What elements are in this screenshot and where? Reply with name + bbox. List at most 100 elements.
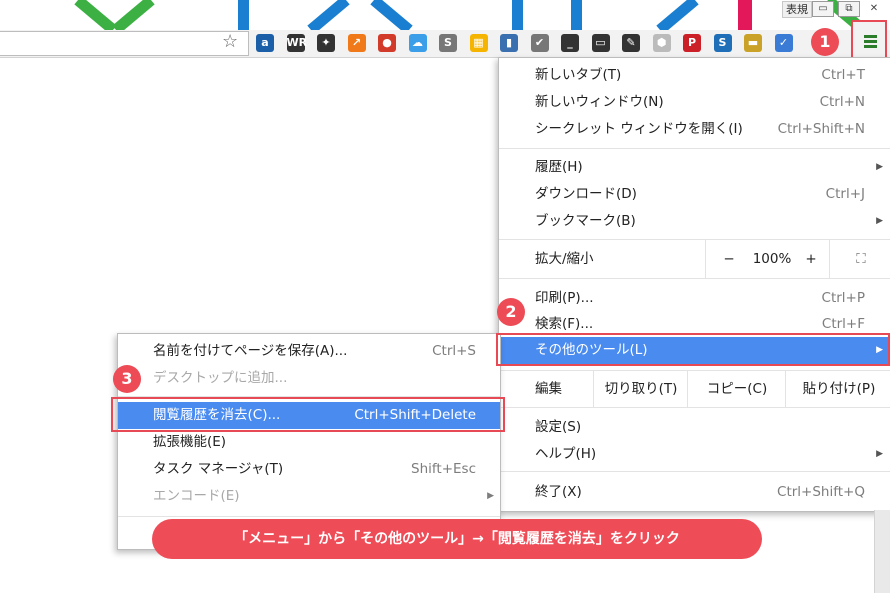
menu-label: ブックマーク(B) [535, 213, 636, 229]
instruction-banner: 「メニュー」から「その他のツール」→「閲覧履歴を消去」をクリック [152, 519, 762, 559]
menu-item-help[interactable]: ヘルプ(H) ▶ [499, 441, 890, 468]
submenu-item-save-page[interactable]: 名前を付けてページを保存(A)... Ctrl+S [118, 338, 500, 365]
menu-shortcut: Ctrl+Shift+Q [777, 484, 865, 500]
menu-shortcut: Ctrl+T [821, 67, 865, 83]
shield-icon[interactable]: ⬢ [652, 34, 671, 52]
signature-icon[interactable]: ✎ [622, 34, 640, 52]
menu-label: 印刷(P)... [535, 290, 594, 306]
menu-item-incognito[interactable]: シークレット ウィンドウを開く(I) Ctrl+Shift+N [499, 116, 890, 143]
more-tools-submenu: 名前を付けてページを保存(A)... Ctrl+S デスクトップに追加... 閲… [117, 333, 501, 550]
bookmark-star-icon[interactable]: ☆ [222, 31, 238, 53]
highlight-more-tools [496, 333, 890, 366]
checkbox-icon[interactable]: ✓ [774, 34, 793, 52]
menu-label: ダウンロード(D) [535, 186, 637, 202]
edit-label: 編集 [535, 381, 562, 397]
restore-button[interactable]: ⧉ [838, 1, 860, 17]
pinterest-icon[interactable]: P [683, 34, 701, 52]
chrome-menu-button[interactable] [851, 20, 887, 59]
submenu-item-add-desktop[interactable]: デスクトップに追加... [118, 365, 500, 392]
address-bar[interactable] [0, 31, 249, 56]
menu-divider [499, 148, 890, 149]
menu-row-zoom: 拡大/縮小 − 100% + ⛶ [499, 240, 890, 278]
browser-toolbar: ☆ a WR ✦ ↗ ● ☁ S ▦ ▮ ✔ _ ▭ ✎ ⬢ P S ▬ ✓ [0, 20, 890, 59]
decor-stripe [112, 0, 155, 30]
wr-icon[interactable]: WR [286, 34, 307, 52]
window-controls: ▭ ⧉ ✕ [812, 0, 884, 18]
menu-label: 新しいタブ(T) [535, 67, 622, 83]
zoom-in-button[interactable]: + [793, 240, 829, 278]
menu-divider [499, 407, 890, 408]
menu-item-exit[interactable]: 終了(X) Ctrl+Shift+Q [499, 479, 890, 506]
submenu-item-encoding[interactable]: エンコード(E) ▶ [118, 483, 500, 510]
menu-item-bookmarks[interactable]: ブックマーク(B) ▶ [499, 208, 890, 235]
menu-label: タスク マネージャ(T) [153, 461, 284, 477]
zoom-value: 100% [752, 251, 792, 267]
underline-icon[interactable]: _ [561, 34, 579, 52]
title-bar [0, 0, 890, 30]
menu-item-new-window[interactable]: 新しいウィンドウ(N) Ctrl+N [499, 89, 890, 116]
fullscreen-icon[interactable]: ⛶ [829, 240, 890, 278]
decor-stripe [307, 0, 350, 30]
menu-bar-line [864, 35, 877, 38]
menu-divider [499, 471, 890, 472]
cloud-icon[interactable]: ☁ [408, 34, 427, 52]
chart-up-icon[interactable]: ↗ [347, 34, 366, 52]
menu-shortcut: Ctrl+P [821, 290, 865, 306]
copy-button[interactable]: コピー(C) [687, 371, 786, 407]
decor-stripe [656, 0, 699, 30]
menu-shortcut: Ctrl+J [825, 186, 865, 202]
submenu-arrow-icon: ▶ [487, 491, 494, 501]
menu-label: シークレット ウィンドウを開く(I) [535, 121, 743, 137]
submenu-arrow-icon: ▶ [876, 162, 883, 172]
scrollbar[interactable] [874, 510, 890, 593]
menu-label: 設定(S) [535, 419, 582, 435]
decor-stripe [571, 0, 582, 30]
decor-stripe [738, 0, 752, 30]
menu-divider [118, 516, 500, 517]
submenu-arrow-icon: ▶ [876, 449, 883, 459]
decor-stripe [512, 0, 523, 30]
submenu-item-extensions[interactable]: 拡張機能(E) [118, 429, 500, 456]
menu-divider [499, 278, 890, 279]
menu-label: 名前を付けてページを保存(A)... [153, 343, 348, 359]
user-badge[interactable]: 表規 [782, 1, 812, 18]
menu-item-new-tab[interactable]: 新しいタブ(T) Ctrl+T [499, 62, 890, 89]
minimize-button[interactable]: ▭ [812, 1, 834, 17]
color-ball-icon[interactable]: ● [378, 34, 396, 52]
a-icon[interactable]: a [256, 34, 274, 52]
decor-stripe [238, 0, 249, 30]
menu-shortcut: Ctrl+N [819, 94, 865, 110]
s-square-icon[interactable]: S [713, 34, 732, 52]
menu-item-settings[interactable]: 設定(S) [499, 414, 890, 441]
truck-icon[interactable]: ▭ [591, 34, 610, 52]
check-circle-icon[interactable]: ✔ [530, 34, 549, 52]
menu-bar-line [864, 45, 877, 48]
highlight-clear-history [111, 397, 505, 432]
menu-label: 拡張機能(E) [153, 434, 227, 450]
cut-button[interactable]: 切り取り(T) [593, 371, 688, 407]
menu-label: 新しいウィンドウ(N) [535, 94, 664, 110]
menu-label: 履歴(H) [535, 159, 583, 175]
menu-bar-line [864, 40, 877, 43]
menu-row-edit: 編集 切り取り(T) コピー(C) 貼り付け(P) [499, 371, 890, 407]
stocks-icon[interactable]: ▦ [469, 34, 488, 52]
step-3-badge: 3 [113, 365, 141, 393]
submenu-item-task-manager[interactable]: タスク マネージャ(T) Shift+Esc [118, 456, 500, 483]
bar-chart-icon[interactable]: ▮ [500, 34, 518, 52]
menu-item-history[interactable]: 履歴(H) ▶ [499, 154, 890, 181]
menu-item-downloads[interactable]: ダウンロード(D) Ctrl+J [499, 181, 890, 208]
zoom-out-button[interactable]: − [705, 240, 752, 278]
s-circle-icon[interactable]: S [439, 34, 457, 52]
paste-button[interactable]: 貼り付け(P) [785, 371, 890, 407]
close-button[interactable]: ✕ [864, 2, 884, 16]
submenu-arrow-icon: ▶ [876, 216, 883, 226]
menu-shortcut: Shift+Esc [411, 461, 476, 477]
menu-item-print[interactable]: 印刷(P)... Ctrl+P [499, 285, 890, 312]
menu-label: エンコード(E) [153, 488, 240, 504]
step-1-badge: 1 [811, 28, 839, 56]
puzzle-icon[interactable]: ✦ [317, 34, 335, 52]
menu-shortcut: Ctrl+S [432, 343, 476, 359]
decor-stripe [74, 0, 117, 30]
ruler-icon[interactable]: ▬ [744, 34, 762, 52]
step-2-badge: 2 [497, 298, 525, 326]
